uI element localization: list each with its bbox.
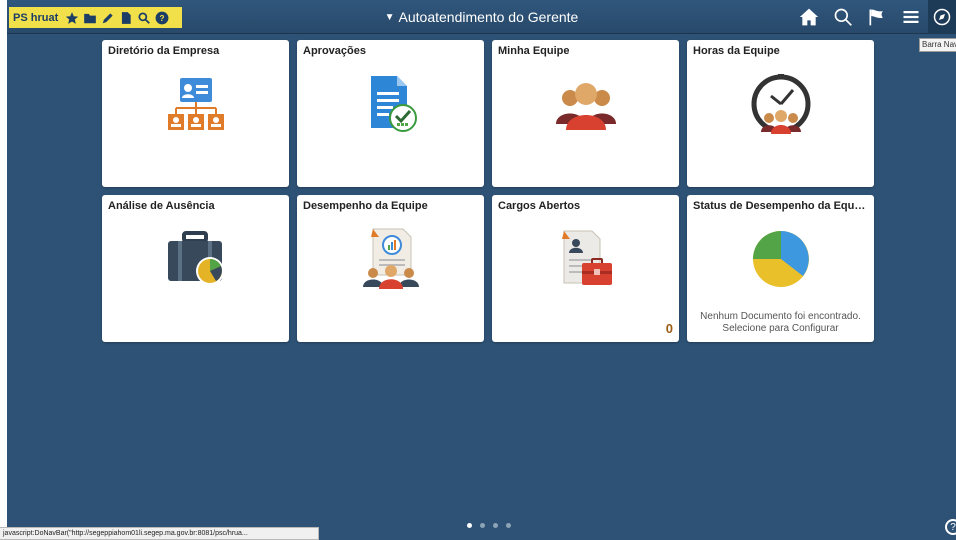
caret-down-icon: ▼ [384, 11, 395, 23]
briefcase-chart-icon [102, 227, 289, 291]
browser-status-bar: javascript:DoNavBar("http://segeppiahom0… [0, 527, 319, 540]
menu-icon[interactable] [894, 0, 928, 34]
tile-title: Cargos Abertos [498, 200, 581, 212]
approval-document-icon [297, 72, 484, 136]
document-icon[interactable] [118, 10, 134, 26]
page-indicator [467, 523, 519, 528]
team-performance-icon [297, 227, 484, 291]
page-dot[interactable] [480, 523, 485, 528]
ps-toolbar-label: PS hruat [13, 11, 59, 24]
folder-icon[interactable] [82, 10, 98, 26]
tile-open-positions[interactable]: Cargos Abertos 0 [492, 195, 679, 342]
svg-text:?: ? [160, 13, 165, 22]
star-icon[interactable] [64, 10, 80, 26]
tile-title: Aprovações [303, 45, 366, 57]
tile-absence-analysis[interactable]: Análise de Ausência [102, 195, 289, 342]
tile-my-team[interactable]: Minha Equipe [492, 40, 679, 187]
empty-message-line2: Selecione para Configurar [722, 323, 839, 334]
pie-chart-icon [687, 227, 874, 291]
tile-team-hours[interactable]: Horas da Equipe [687, 40, 874, 187]
navbar-tooltip: Barra Navegação [919, 38, 956, 52]
home-icon[interactable] [792, 0, 826, 34]
tile-title: Diretório da Empresa [108, 45, 220, 57]
team-clock-icon [687, 72, 874, 136]
help-icon[interactable]: ? [154, 10, 170, 26]
org-directory-icon [102, 72, 289, 136]
ps-toolbar: PS hruat ? [9, 7, 182, 28]
help-circle-icon[interactable]: ? [945, 519, 956, 535]
tile-team-performance[interactable]: Desempenho da Equipe [297, 195, 484, 342]
tile-title: Status de Desempenho da Equi… [693, 200, 868, 212]
tile-title: Minha Equipe [498, 45, 570, 57]
flag-icon[interactable] [860, 0, 894, 34]
tile-grid: Diretório da Empresa Aprovações Minha Eq… [102, 40, 874, 342]
app-frame: PS hruat ? ▼ Autoatendimento do Gerente … [7, 0, 956, 540]
tile-performance-status[interactable]: Status de Desempenho da Equi… Nenhum Doc… [687, 195, 874, 342]
search-icon[interactable] [136, 10, 152, 26]
page-title-dropdown[interactable]: ▼ Autoatendimento do Gerente [385, 9, 579, 25]
pencil-icon[interactable] [100, 10, 116, 26]
tile-title: Horas da Equipe [693, 45, 780, 57]
page-dot[interactable] [506, 523, 511, 528]
tile-empty-message: Nenhum Documento foi encontrado. Selecio… [691, 311, 870, 335]
tile-title: Desempenho da Equipe [303, 200, 428, 212]
navbar-icon[interactable] [928, 0, 956, 34]
empty-message-line1: Nenhum Documento foi encontrado. [700, 311, 861, 322]
page-dot[interactable] [493, 523, 498, 528]
tile-company-directory[interactable]: Diretório da Empresa [102, 40, 289, 187]
header-actions [792, 0, 956, 34]
tile-title: Análise de Ausência [108, 200, 215, 212]
search-icon[interactable] [826, 0, 860, 34]
tile-approvals[interactable]: Aprovações [297, 40, 484, 187]
team-icon [492, 72, 679, 136]
page-dot[interactable] [467, 523, 472, 528]
page-title: Autoatendimento do Gerente [398, 9, 579, 25]
open-positions-count: 0 [665, 321, 673, 336]
open-positions-icon [492, 227, 679, 291]
header-bar: PS hruat ? ▼ Autoatendimento do Gerente [7, 0, 956, 34]
